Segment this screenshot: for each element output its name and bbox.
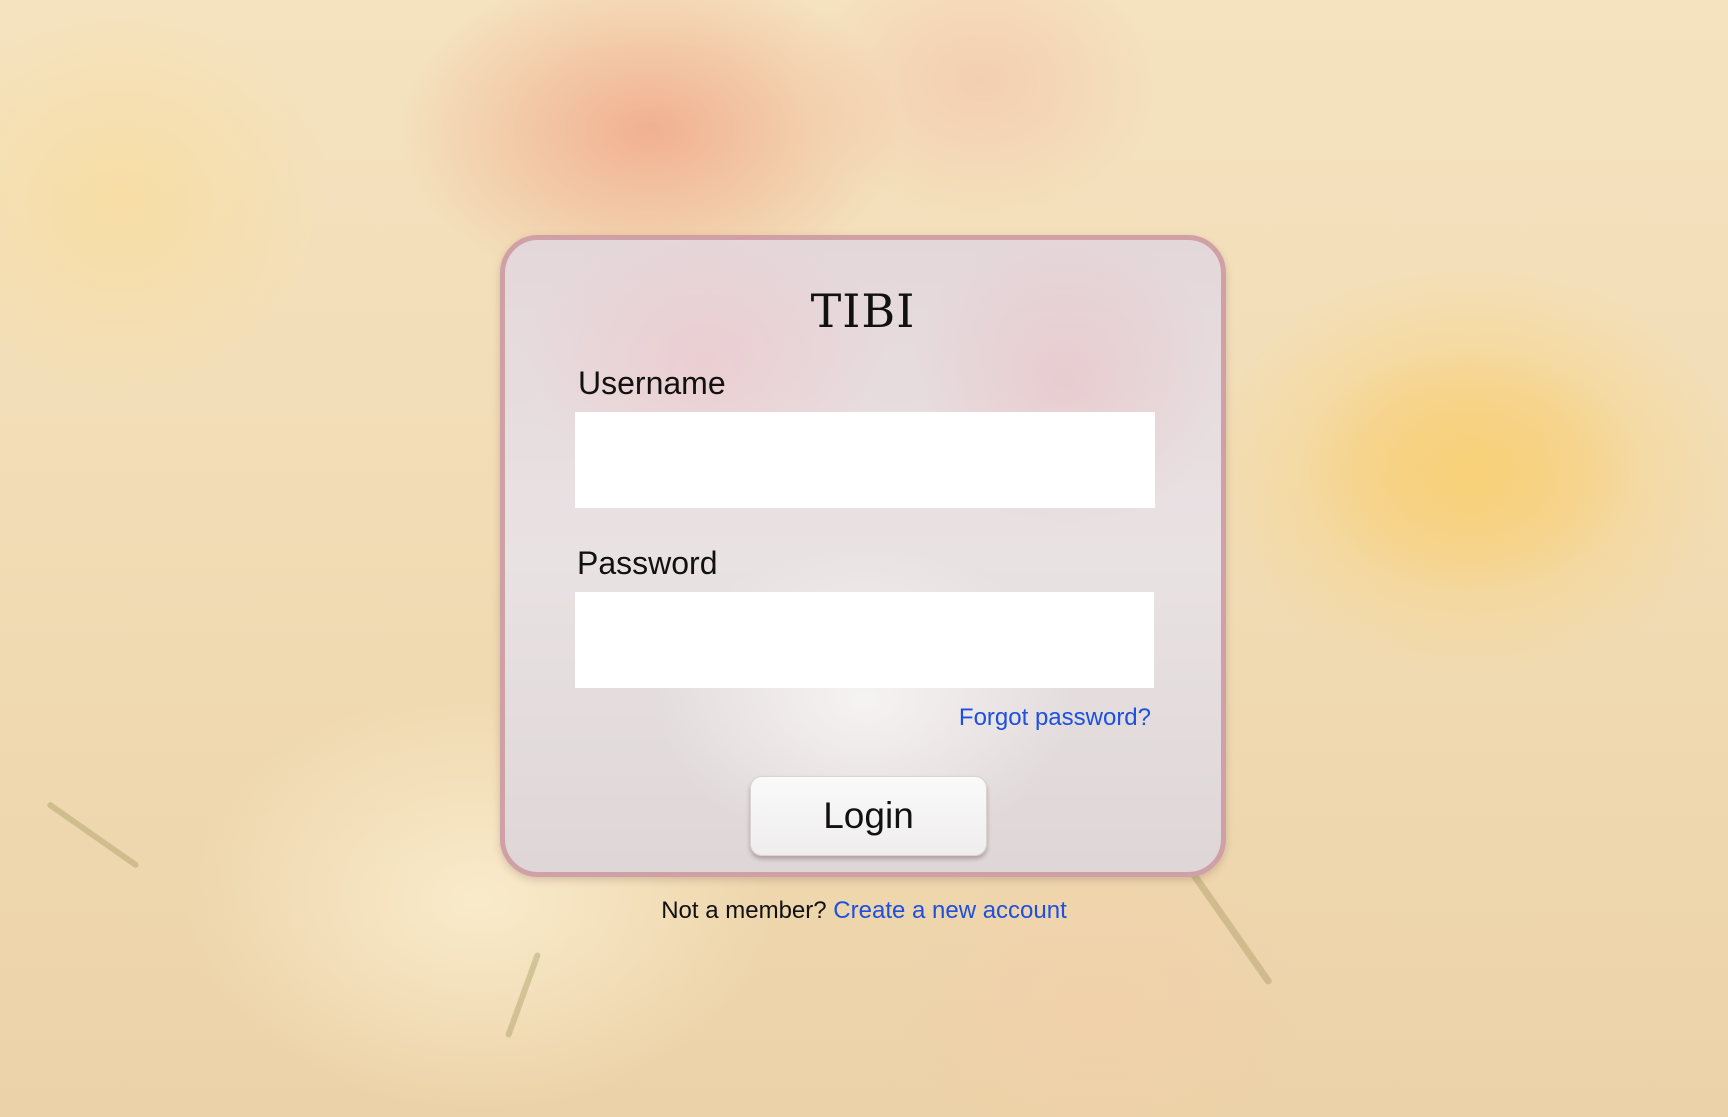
signup-prompt-text: Not a member?	[661, 897, 827, 924]
flower-stem	[504, 951, 542, 1039]
signup-prompt: Not a member? Create a new account	[0, 897, 1728, 925]
login-card: TIBI Username Password Forgot password? …	[500, 235, 1226, 877]
login-button[interactable]: Login	[750, 776, 987, 856]
flower-stem	[46, 800, 140, 870]
create-account-link[interactable]: Create a new account	[833, 897, 1066, 924]
app-title: TIBI	[810, 284, 916, 338]
password-label: Password	[577, 545, 718, 581]
forgot-password-link[interactable]: Forgot password?	[959, 704, 1151, 732]
password-input[interactable]	[575, 592, 1154, 688]
username-label: Username	[578, 365, 726, 401]
username-input[interactable]	[575, 412, 1155, 508]
